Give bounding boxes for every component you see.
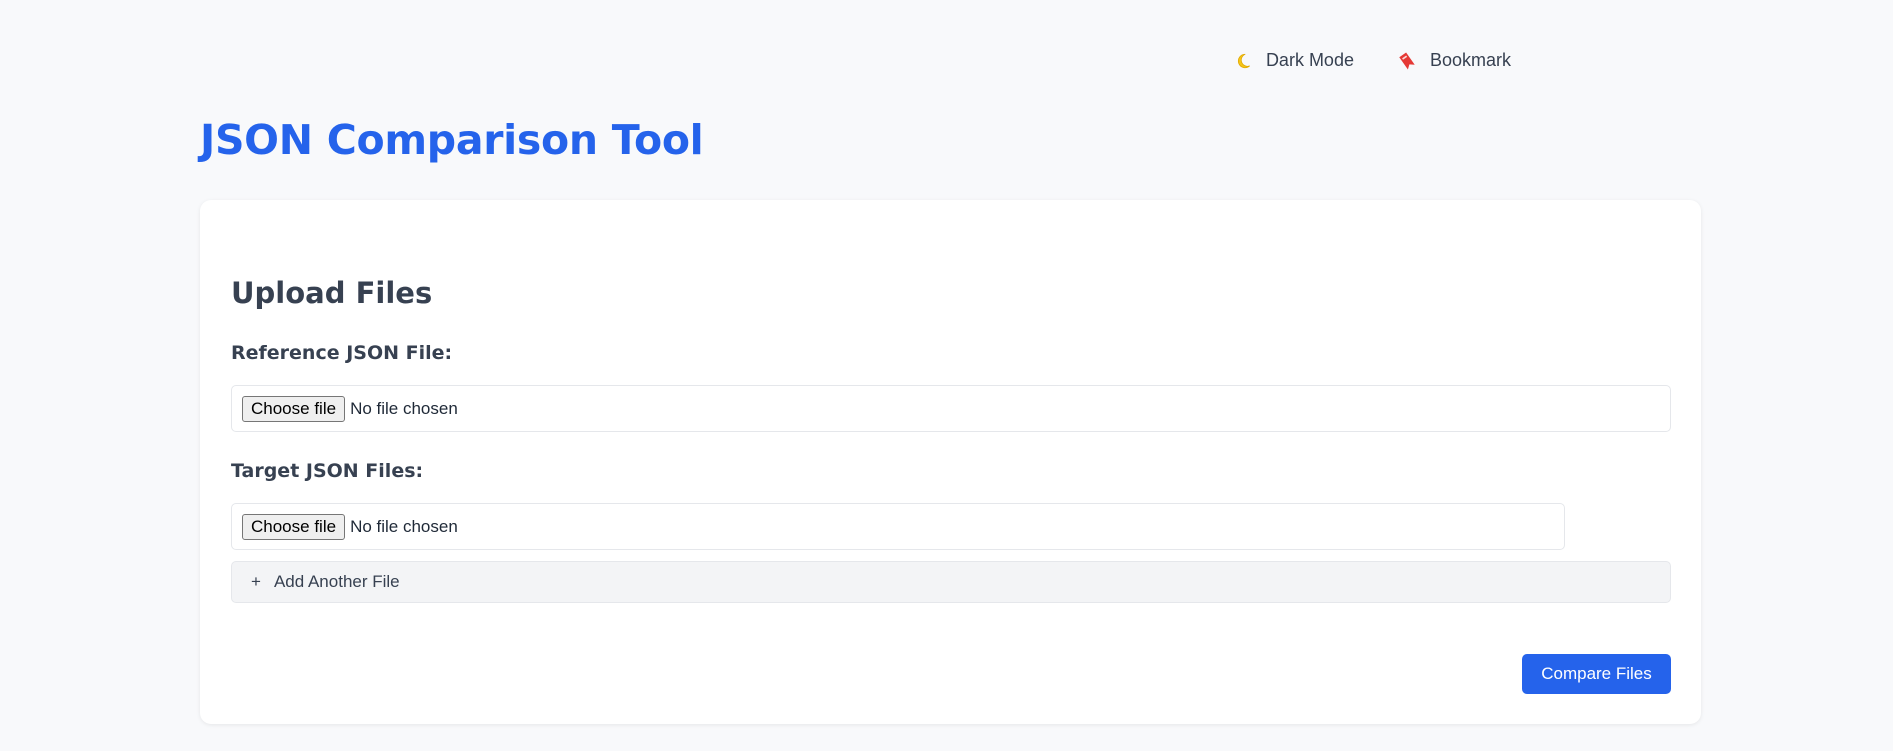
bookmark-label: Bookmark <box>1429 50 1511 70</box>
upload-card: Upload Files Reference JSON File: Choose… <box>200 200 1701 724</box>
dark-mode-toggle[interactable]: Dark Mode <box>1233 50 1354 71</box>
target-file-status: No file chosen <box>350 516 458 536</box>
reference-file-status: No file chosen <box>350 398 458 418</box>
bookmark-button[interactable]: Bookmark <box>1397 50 1511 71</box>
upload-section-title: Upload Files <box>231 276 433 310</box>
target-choose-file-button[interactable]: Choose file <box>242 513 346 540</box>
target-files-label: Target JSON Files: <box>231 460 424 482</box>
page-title: JSON Comparison Tool <box>200 116 704 164</box>
plus-icon: + <box>251 572 261 591</box>
bookmark-icon <box>1397 51 1417 71</box>
target-file-input[interactable]: Choose file No file chosen <box>231 503 1565 550</box>
reference-file-label: Reference JSON File: <box>231 342 453 364</box>
reference-file-input[interactable]: Choose file No file chosen <box>231 385 1671 432</box>
add-another-file-button[interactable]: + Add Another File <box>231 561 1671 603</box>
compare-files-button[interactable]: Compare Files <box>1522 654 1671 694</box>
header-actions: Dark Mode Bookmark <box>1233 50 1511 71</box>
dark-mode-label: Dark Mode <box>1265 50 1354 70</box>
moon-icon <box>1233 51 1253 71</box>
reference-choose-file-button[interactable]: Choose file <box>242 395 346 422</box>
add-another-file-label: Add Another File <box>273 572 400 591</box>
